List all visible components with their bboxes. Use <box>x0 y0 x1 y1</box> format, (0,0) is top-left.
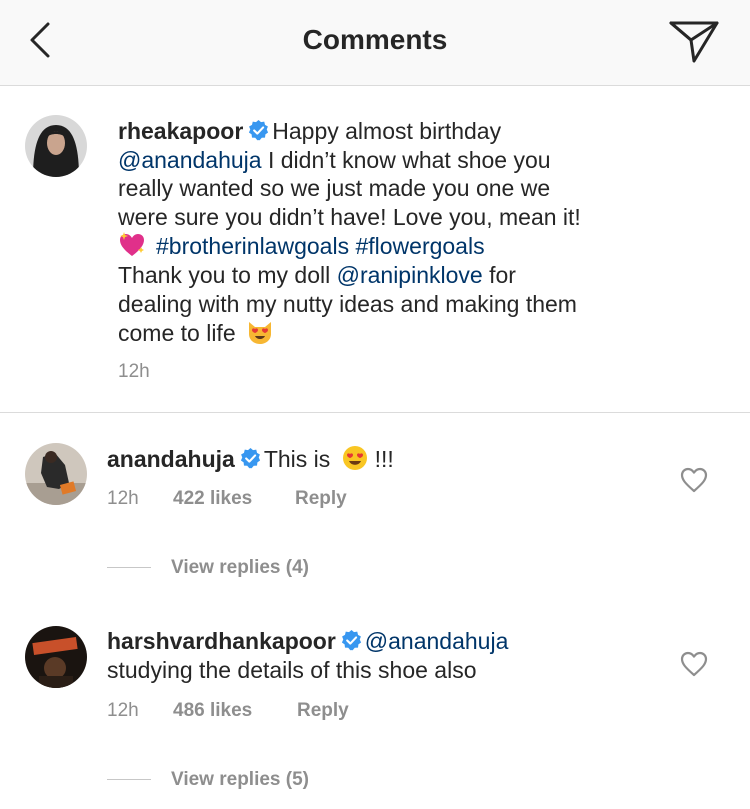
likes-count[interactable]: 486 likes <box>173 700 297 722</box>
caption-line: Thank you to my doll @ranipinklove for <box>118 261 718 290</box>
caption-line: come to life <box>118 318 718 348</box>
like-heart-icon[interactable] <box>680 467 708 493</box>
mention-link[interactable]: @anandahuja <box>365 628 509 654</box>
verified-badge-icon <box>341 629 361 651</box>
like-heart-icon[interactable] <box>680 651 708 677</box>
hashtag-links[interactable]: #brotherinlawgoals #flowergoals <box>156 233 485 259</box>
replies-divider-line <box>107 567 151 569</box>
caption-line: #brotherinlawgoals #flowergoals <box>118 231 718 261</box>
comment-text: anandahuja This is !!! <box>107 444 667 474</box>
view-replies-button[interactable]: View replies (5) <box>107 769 309 791</box>
mention-link[interactable]: @anandahuja <box>118 147 262 173</box>
caption-timestamp: 12h <box>118 361 150 382</box>
post-caption: rheakapoor Happy almost birthday @anandah… <box>0 86 750 413</box>
replies-divider-line <box>107 779 151 781</box>
caption-text-segment: come to life <box>118 320 236 347</box>
caption-text-segment: for <box>482 261 516 288</box>
caption-line: were sure you didn’t have! Love you, mea… <box>118 203 581 230</box>
comment-line: harshvardhankapoor @anandahuja <box>107 627 667 656</box>
comment-meta: 12h 422 likes Reply <box>107 488 347 510</box>
comment-username[interactable]: anandahuja <box>107 446 235 472</box>
caption-line: rheakapoor Happy almost birthday <box>118 117 718 146</box>
caption-line: really wanted so we just made you one we <box>118 175 551 202</box>
reply-button[interactable]: Reply <box>295 488 347 510</box>
caption-text: rheakapoor Happy almost birthday @anandah… <box>118 117 718 348</box>
caption-username[interactable]: rheakapoor <box>118 118 243 144</box>
paper-plane-icon[interactable] <box>668 18 720 64</box>
heart-eyes-emoji-icon <box>342 446 367 470</box>
view-replies-label: View replies (5) <box>171 769 309 790</box>
avatar[interactable] <box>25 443 87 505</box>
comment-timestamp: 12h <box>107 700 139 721</box>
view-replies-button[interactable]: View replies (4) <box>107 557 309 579</box>
caption-text-segment: Happy almost birthday <box>272 118 502 144</box>
comment-line: studying the details of this shoe also <box>107 656 477 683</box>
caption-text-segment: Thank you to my doll <box>118 261 337 288</box>
top-navigation-bar: Comments <box>0 0 750 86</box>
page-title: Comments <box>302 24 448 55</box>
view-replies-label: View replies (4) <box>171 557 309 578</box>
mention-link[interactable]: @ranipinklove <box>337 262 483 288</box>
caption-line: @anandahuja I didn’t know what shoe you <box>118 146 718 175</box>
caption-text-segment: I didn’t know what shoe you <box>261 146 551 173</box>
verified-badge-icon <box>240 447 260 469</box>
comment-text-segment: This is <box>263 446 331 472</box>
avatar[interactable] <box>25 626 87 688</box>
comment-text-segment: !!! <box>374 446 394 472</box>
avatar[interactable] <box>25 115 87 177</box>
verified-badge-icon <box>249 119 269 141</box>
caption-meta: 12h <box>118 361 150 383</box>
caption-line: dealing with my nutty ideas and making t… <box>118 290 577 317</box>
comment-meta: 12h 486 likes Reply <box>107 700 349 722</box>
reply-button[interactable]: Reply <box>297 700 349 722</box>
comment-text: harshvardhankapoor @anandahuja studying t… <box>107 627 667 684</box>
sparkling-heart-emoji-icon <box>120 232 144 257</box>
comment-timestamp: 12h <box>107 488 139 509</box>
likes-count[interactable]: 422 likes <box>173 488 295 510</box>
heart-eyes-cat-emoji-icon <box>249 322 271 345</box>
comment-username[interactable]: harshvardhankapoor <box>107 628 336 654</box>
